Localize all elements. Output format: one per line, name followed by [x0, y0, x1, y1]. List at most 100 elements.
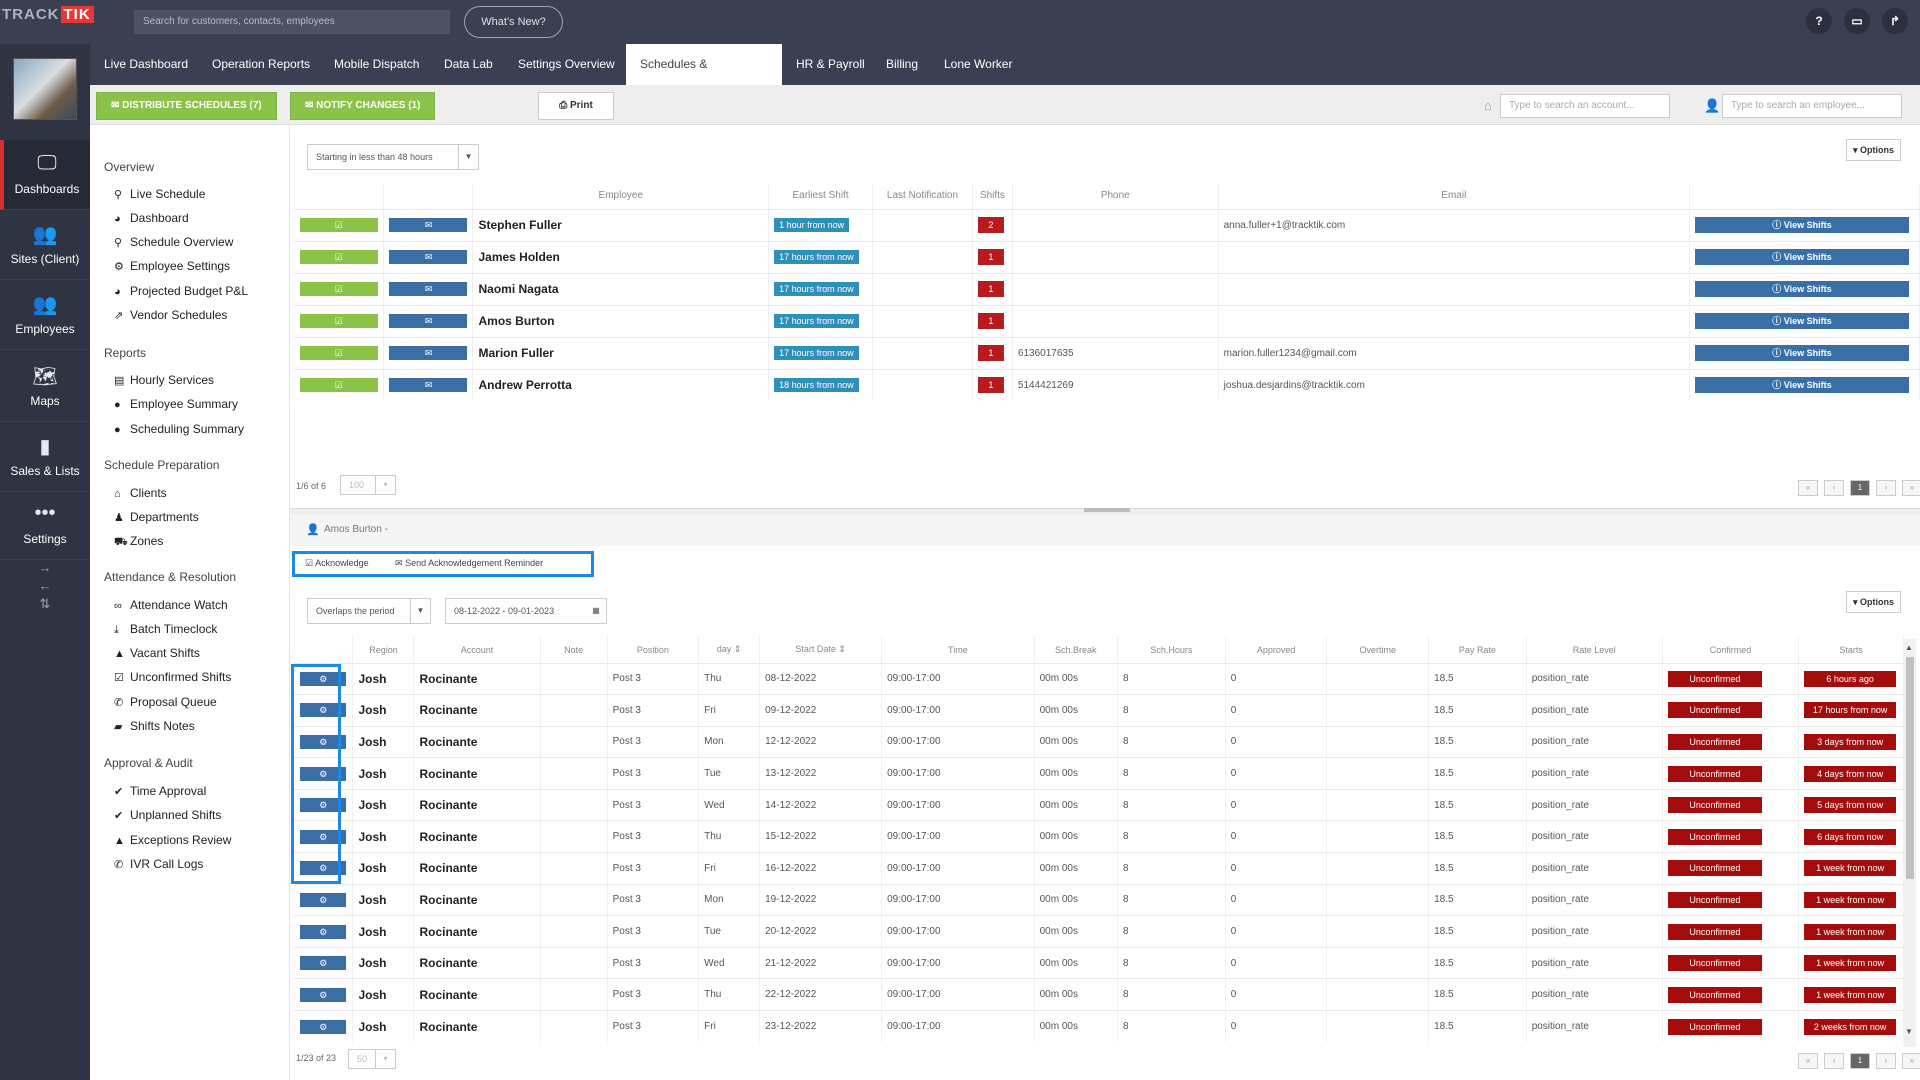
- employee-search-input[interactable]: Type to search an employee...: [1722, 94, 1902, 118]
- monitor-icon[interactable]: ▭: [1844, 8, 1870, 34]
- next-page-button[interactable]: ›: [1876, 1053, 1896, 1069]
- account[interactable]: Rocinante: [413, 662, 541, 695]
- table-row[interactable]: ⚙ Josh Rocinante Post 3 Thu 22-12-2022 09:00-1…: [294, 978, 1904, 1011]
- table-row[interactable]: ⚙ Josh Rocinante Post 3 Mon 12-12-2022 09:00-1…: [294, 725, 1904, 758]
- tab-operation-reports[interactable]: Operation Reports: [198, 44, 324, 85]
- row-settings-button[interactable]: ⚙: [300, 956, 347, 971]
- col-approved[interactable]: Approved: [1225, 637, 1328, 663]
- menu-attendance-watch[interactable]: ∞ Attendance Watch: [114, 598, 228, 612]
- col-sch-hours[interactable]: Sch.Hours: [1117, 637, 1226, 663]
- tab-settings-overview[interactable]: Settings Overview: [504, 44, 629, 85]
- account[interactable]: Rocinante: [413, 725, 541, 758]
- menu-batch-timeclock[interactable]: ⤓ Batch Timeclock: [114, 622, 217, 637]
- menu-exceptions-review[interactable]: ▲ Exceptions Review: [114, 833, 231, 847]
- menu-time-approval[interactable]: ✔ Time Approval: [114, 784, 206, 798]
- account[interactable]: Rocinante: [413, 883, 541, 916]
- scroll-up-icon[interactable]: ▲: [1905, 643, 1913, 652]
- table-row[interactable]: ☑ ✉ James Holden 17 hours from now 1 ⓘ View S…: [294, 240, 1920, 273]
- send-reminder-row-button[interactable]: ✉: [389, 378, 468, 393]
- menu-live-schedule[interactable]: ⚲ Live Schedule: [114, 187, 205, 201]
- employee-name[interactable]: Naomi Nagata: [472, 272, 770, 305]
- col-sch-break[interactable]: Sch.Break: [1034, 637, 1118, 663]
- send-reminder-row-button[interactable]: ✉: [389, 314, 468, 328]
- tab-schedules-attendance[interactable]: Schedules & Attendance: [626, 44, 782, 111]
- nav-employees[interactable]: 👥 Employees: [0, 280, 90, 350]
- col-phone[interactable]: Phone: [1012, 183, 1219, 209]
- current-page[interactable]: 1: [1850, 1053, 1870, 1069]
- acknowledge-row-button[interactable]: ☑: [299, 314, 378, 328]
- whats-new-button[interactable]: What's New?: [464, 6, 563, 38]
- table-row[interactable]: ⚙ Josh Rocinante Post 3 Fri 23-12-2022 09:00-1…: [294, 1010, 1904, 1043]
- arrow-left-icon[interactable]: ←: [0, 578, 90, 593]
- top-page-size-select[interactable]: 100 ▾: [340, 475, 396, 495]
- nav-sites-client[interactable]: 👥 Sites (Client): [0, 210, 90, 280]
- current-page[interactable]: 1: [1850, 480, 1870, 496]
- menu-hourly-services[interactable]: ▤ Hourly Services: [114, 373, 214, 387]
- table-row[interactable]: ☑ ✉ Amos Burton 17 hours from now 1 ⓘ View Sh…: [294, 304, 1920, 337]
- bottom-page-size-select[interactable]: 50 ▾: [348, 1049, 396, 1069]
- options-button-2[interactable]: ▾ Options: [1846, 591, 1902, 613]
- last-page-button[interactable]: »: [1902, 1053, 1920, 1069]
- share-icon[interactable]: ↱: [1882, 8, 1908, 34]
- account[interactable]: Rocinante: [413, 820, 541, 853]
- prev-page-button[interactable]: ‹: [1824, 480, 1844, 496]
- menu-unplanned-shifts[interactable]: ✔ Unplanned Shifts: [114, 808, 221, 822]
- options-button[interactable]: ▾ Options: [1846, 139, 1902, 161]
- acknowledge-row-button[interactable]: ☑: [299, 346, 378, 360]
- send-reminder-button[interactable]: ✉ Send Acknowledgement Reminder: [395, 558, 543, 569]
- tab-live-dashboard[interactable]: Live Dashboard: [90, 44, 202, 85]
- col-rate-level[interactable]: Rate Level: [1526, 637, 1663, 663]
- row-settings-button[interactable]: ⚙: [300, 892, 347, 907]
- employee-name[interactable]: Amos Burton: [472, 304, 770, 337]
- employee-name[interactable]: James Holden: [472, 240, 770, 273]
- table-row[interactable]: ☑ ✉ Andrew Perrotta 18 hours from now 1 51444…: [294, 368, 1920, 401]
- table-row[interactable]: ⚙ Josh Rocinante Post 3 Wed 21-12-2022 09:00-1…: [294, 946, 1904, 979]
- tab-data-lab[interactable]: Data Lab: [430, 44, 507, 85]
- menu-dashboard[interactable]: ◕ Dashboard: [114, 211, 189, 225]
- menu-departments[interactable]: ♟ Departments: [114, 510, 199, 524]
- col-time[interactable]: Time: [881, 637, 1035, 663]
- col-last-notification[interactable]: Last Notification: [872, 183, 973, 209]
- print-button[interactable]: ⎙ Print: [538, 92, 614, 120]
- account[interactable]: Rocinante: [413, 757, 541, 790]
- acknowledge-button[interactable]: ☑ Acknowledge: [305, 558, 369, 569]
- starting-filter-dropdown[interactable]: Starting in less than 48 hours ▼: [307, 144, 479, 170]
- view-shifts-button[interactable]: ⓘ View Shifts: [1694, 281, 1909, 297]
- tab-hr-payroll[interactable]: HR & Payroll: [782, 44, 879, 85]
- col-pay-rate[interactable]: Pay Rate: [1428, 637, 1527, 663]
- arrow-right-icon[interactable]: →: [0, 560, 90, 575]
- arrow-updown-icon[interactable]: ⇅: [0, 596, 90, 612]
- user-avatar[interactable]: [13, 58, 77, 120]
- account[interactable]: Rocinante: [413, 788, 541, 821]
- send-reminder-row-button[interactable]: ✉: [389, 282, 468, 296]
- nav-dashboards[interactable]: 🖵 Dashboards: [0, 140, 90, 210]
- table-row[interactable]: ⚙ Josh Rocinante Post 3 Thu 15-12-2022 09:00-1…: [294, 820, 1904, 853]
- first-page-button[interactable]: «: [1798, 480, 1818, 496]
- acknowledge-row-button[interactable]: ☑: [299, 250, 378, 264]
- view-shifts-button[interactable]: ⓘ View Shifts: [1694, 313, 1909, 329]
- next-page-button[interactable]: ›: [1876, 480, 1896, 496]
- nav-settings[interactable]: ••• Settings: [0, 490, 90, 560]
- send-reminder-row-button[interactable]: ✉: [389, 346, 468, 360]
- menu-ivr-call-logs[interactable]: ✆ IVR Call Logs: [114, 857, 203, 871]
- menu-scheduling-summary[interactable]: ● Scheduling Summary: [114, 422, 244, 436]
- view-shifts-button[interactable]: ⓘ View Shifts: [1694, 249, 1909, 265]
- send-reminder-row-button[interactable]: ✉: [389, 218, 468, 232]
- acknowledge-row-button[interactable]: ☑: [299, 378, 378, 393]
- employee-name[interactable]: Andrew Perrotta: [472, 368, 770, 401]
- col-starts[interactable]: Starts: [1798, 637, 1904, 663]
- view-shifts-button[interactable]: ⓘ View Shifts: [1694, 217, 1909, 233]
- menu-zones[interactable]: ⛟ Zones: [114, 534, 163, 550]
- menu-employee-settings[interactable]: ⚙ Employee Settings: [114, 259, 230, 273]
- acknowledge-row-button[interactable]: ☑: [299, 282, 378, 296]
- col-email[interactable]: Email: [1218, 183, 1690, 209]
- acknowledge-row-button[interactable]: ☑: [299, 218, 378, 232]
- table-row[interactable]: ⚙ Josh Rocinante Post 3 Fri 16-12-2022 09:00-1…: [294, 852, 1904, 885]
- table-row[interactable]: ⚙ Josh Rocinante Post 3 Tue 20-12-2022 09:00-1…: [294, 915, 1904, 948]
- distribute-schedules-button[interactable]: ✉ DISTRIBUTE SCHEDULES (7): [96, 92, 277, 120]
- menu-shifts-notes[interactable]: ▰ Shifts Notes: [114, 719, 195, 733]
- col-day[interactable]: day ⇕: [698, 637, 761, 663]
- menu-employee-summary[interactable]: ● Employee Summary: [114, 397, 238, 411]
- last-page-button[interactable]: »: [1902, 480, 1920, 496]
- view-shifts-button[interactable]: ⓘ View Shifts: [1694, 345, 1909, 361]
